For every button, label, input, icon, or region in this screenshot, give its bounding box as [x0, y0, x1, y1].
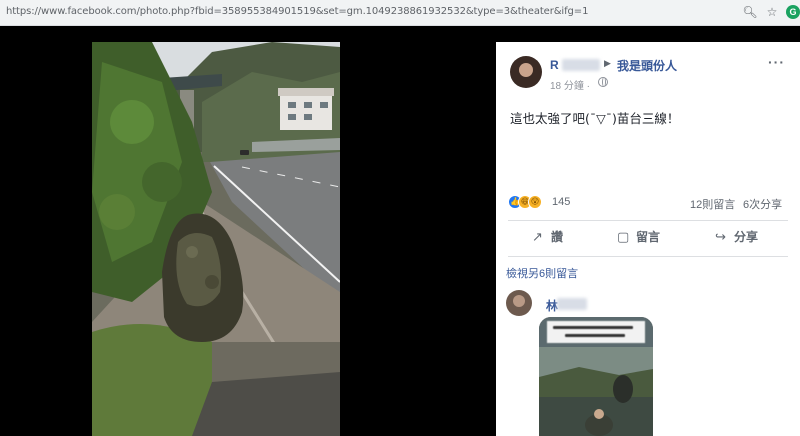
comment-count[interactable]: 12則留言 — [690, 196, 735, 212]
view-more-comments-link[interactable]: 檢視另6則留言 — [506, 265, 578, 281]
post-timestamp[interactable]: 18 分鐘 · — [550, 77, 590, 92]
globe-icon — [598, 77, 608, 87]
thumbs-up-icon: ↗︎ — [532, 229, 543, 244]
post-side-panel: R ▶ 我是頭份人 18 分鐘 · ··· 這也太強了吧(¯▽¯)苗台三線！ 👍… — [496, 42, 800, 436]
comment-label: 留言 — [636, 230, 661, 244]
browser-address-bar[interactable]: https://www.facebook.com/photo.php?fbid=… — [0, 0, 800, 26]
extension-icon[interactable]: G — [786, 5, 800, 19]
commenter-avatar[interactable] — [506, 290, 532, 316]
redacted-name-blur — [557, 298, 587, 310]
share-label: 分享 — [734, 230, 759, 244]
share-icon: ↪ — [715, 229, 726, 244]
url-text[interactable]: https://www.facebook.com/photo.php?fbid=… — [6, 6, 588, 17]
comment-icon: ▢ — [617, 229, 630, 244]
share-count[interactable]: 6次分享 — [743, 196, 782, 212]
roadside-scene-image — [92, 42, 340, 436]
divider — [508, 256, 788, 257]
meme-caption-box — [547, 321, 645, 343]
comment-image[interactable] — [539, 317, 653, 436]
comment-button[interactable]: ▢ 留言 — [617, 228, 660, 248]
arrow-right-icon: ▶ — [604, 58, 611, 68]
post-photo[interactable] — [92, 42, 340, 436]
share-button[interactable]: ↪ 分享 — [715, 228, 758, 248]
poster-name[interactable]: R — [550, 58, 559, 72]
like-button[interactable]: ↗︎ 讚 — [532, 228, 563, 248]
more-options-icon[interactable]: ··· — [768, 54, 785, 70]
like-label: 讚 — [551, 230, 564, 244]
reaction-count[interactable]: 145 — [552, 196, 570, 208]
redacted-name-blur — [562, 59, 600, 71]
star-icon[interactable]: ☆ — [764, 4, 780, 20]
group-name-link[interactable]: 我是頭份人 — [617, 57, 677, 74]
zoom-icon[interactable]: 🔍︎ — [742, 4, 758, 20]
poster-avatar[interactable] — [510, 56, 542, 88]
post-text: 這也太強了吧(¯▽¯)苗台三線！ — [510, 111, 680, 126]
wow-reaction-icon: 😮 — [528, 195, 542, 209]
divider — [508, 220, 788, 221]
